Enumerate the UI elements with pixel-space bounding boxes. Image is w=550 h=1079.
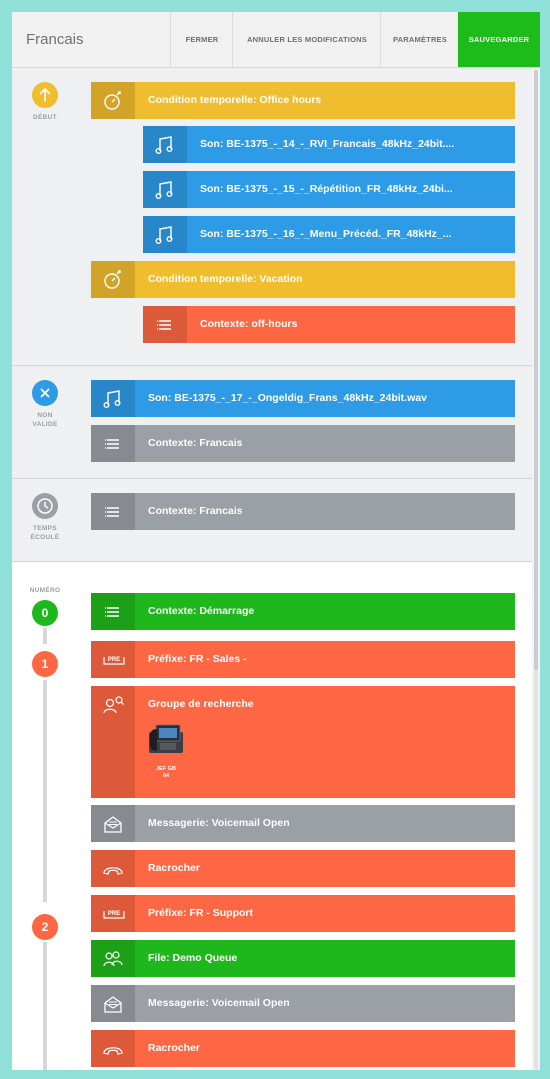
list-icon bbox=[91, 425, 135, 462]
arrow-up-icon bbox=[32, 82, 58, 108]
device-label-line: JEF GB bbox=[156, 766, 176, 772]
row-label: Son: BE-1375_-_15_-_Répétition_FR_48kHz_… bbox=[200, 183, 453, 195]
device-label-line: 64 bbox=[162, 773, 170, 779]
row-label: File: Demo Queue bbox=[148, 952, 238, 964]
device-label: JEF GB 64 bbox=[148, 766, 184, 780]
hangup-icon bbox=[91, 1030, 135, 1067]
row-label: Son: BE-1375_-_14_-_RVI_Francais_48kHz_2… bbox=[200, 138, 455, 150]
list-icon bbox=[143, 306, 187, 343]
section-label-line: NON bbox=[37, 412, 53, 419]
row-label: Contexte: off-hours bbox=[200, 318, 298, 330]
close-button[interactable]: FERMER bbox=[170, 12, 233, 67]
music-note-icon bbox=[143, 171, 187, 208]
header-bar: Francais FERMER ANNULER LES MODIFICATION… bbox=[12, 12, 540, 68]
row-label: Condition temporelle: Office hours bbox=[148, 94, 322, 106]
timer-icon bbox=[91, 261, 135, 298]
action-row-hangup-2[interactable]: Racrocher bbox=[91, 1030, 515, 1067]
section-label-line: ÉCOULÉ bbox=[30, 534, 60, 541]
timeline-line bbox=[43, 942, 47, 1070]
music-note-icon bbox=[143, 216, 187, 253]
scrollbar-thumb[interactable] bbox=[534, 70, 538, 670]
action-row-sound-15[interactable]: Son: BE-1375_-_15_-_Répétition_FR_48kHz_… bbox=[143, 171, 515, 208]
desk-phone-icon[interactable] bbox=[148, 724, 184, 754]
timeline-line bbox=[43, 680, 47, 902]
save-button[interactable]: SAUVEGARDER bbox=[458, 12, 540, 67]
prefix-badge-text: PRE bbox=[108, 911, 120, 917]
digit-badge-1: 1 bbox=[32, 651, 58, 677]
music-note-icon bbox=[91, 380, 135, 417]
hangup-icon bbox=[91, 850, 135, 887]
settings-button[interactable]: PARAMÈTRES bbox=[380, 12, 459, 67]
list-icon bbox=[91, 593, 135, 630]
section-label-timeout: TEMPS ÉCOULÉ bbox=[20, 524, 70, 542]
section-label-start: DÉBUT bbox=[33, 114, 57, 121]
action-row-hangup-1[interactable]: Racrocher bbox=[91, 850, 515, 887]
row-label: Messagerie: Voicemail Open bbox=[148, 997, 290, 1009]
section-timeout: TEMPS ÉCOULÉ Contexte: Francais bbox=[12, 479, 532, 562]
row-label: Son: BE-1375_-_16_-_Menu_Précéd._FR_48kH… bbox=[200, 228, 452, 240]
action-row-context-demarrage[interactable]: Contexte: Démarrage bbox=[91, 593, 515, 630]
action-row-context-off-hours[interactable]: Contexte: off-hours bbox=[143, 306, 515, 343]
action-row-context-francais-timeout[interactable]: Contexte: Francais bbox=[91, 493, 515, 530]
action-row-time-condition-office[interactable]: Condition temporelle: Office hours bbox=[91, 82, 515, 119]
row-label: Contexte: Francais bbox=[148, 437, 243, 449]
action-row-hunt-group[interactable]: Groupe de recherche JEF GB 64 bbox=[91, 686, 515, 798]
action-row-context-francais[interactable]: Contexte: Francais bbox=[91, 425, 515, 462]
section-label-line: VALIDE bbox=[32, 421, 58, 428]
queue-icon bbox=[91, 940, 135, 977]
row-label: Préfixe: FR - Support bbox=[148, 907, 254, 919]
app-frame: Francais FERMER ANNULER LES MODIFICATION… bbox=[12, 12, 540, 1070]
group-search-icon bbox=[91, 686, 135, 798]
row-label: Messagerie: Voicemail Open bbox=[148, 817, 290, 829]
action-row-voicemail-2[interactable]: Messagerie: Voicemail Open bbox=[91, 985, 515, 1022]
row-label: Groupe de recherche bbox=[148, 698, 254, 710]
timer-icon bbox=[91, 82, 135, 119]
voicemail-icon bbox=[91, 805, 135, 842]
row-label: Racrocher bbox=[148, 862, 200, 874]
prefix-icon: PRE bbox=[91, 895, 135, 932]
action-row-time-condition-vacation[interactable]: Condition temporelle: Vacation bbox=[91, 261, 515, 298]
section-label-number: NUMÉRO bbox=[29, 587, 61, 594]
action-row-prefix-sales[interactable]: PRE Préfixe: FR - Sales - bbox=[91, 641, 515, 678]
voicemail-icon bbox=[91, 985, 135, 1022]
cancel-changes-button[interactable]: ANNULER LES MODIFICATIONS bbox=[232, 12, 381, 67]
section-number: NUMÉRO 0 1 2 Contexte: Démarrage PRE Pré… bbox=[12, 562, 532, 1070]
row-label: Condition temporelle: Vacation bbox=[148, 273, 303, 285]
action-row-voicemail-1[interactable]: Messagerie: Voicemail Open bbox=[91, 805, 515, 842]
action-row-prefix-support[interactable]: PRE Préfixe: FR - Support bbox=[91, 895, 515, 932]
section-label-invalid: NON VALIDE bbox=[20, 411, 70, 429]
timeline-line bbox=[43, 628, 47, 644]
digit-badge-2: 2 bbox=[32, 914, 58, 940]
row-label: Contexte: Démarrage bbox=[148, 605, 255, 617]
prefix-icon: PRE bbox=[91, 641, 135, 678]
close-x-icon bbox=[32, 380, 58, 406]
action-row-sound-17[interactable]: Son: BE-1375_-_17_-_Ongeldig_Frans_48kHz… bbox=[91, 380, 515, 417]
vertical-scrollbar[interactable] bbox=[534, 70, 538, 1070]
action-row-queue[interactable]: File: Demo Queue bbox=[91, 940, 515, 977]
action-row-sound-16[interactable]: Son: BE-1375_-_16_-_Menu_Précéd._FR_48kH… bbox=[143, 216, 515, 253]
page-title: Francais bbox=[26, 31, 84, 48]
list-icon bbox=[91, 493, 135, 530]
row-label: Préfixe: FR - Sales - bbox=[148, 653, 247, 665]
digit-badge-0: 0 bbox=[32, 600, 58, 626]
section-label-line: TEMPS bbox=[33, 525, 57, 532]
prefix-badge-text: PRE bbox=[108, 657, 120, 663]
clock-icon bbox=[32, 493, 58, 519]
row-label: Racrocher bbox=[148, 1042, 200, 1054]
section-start: DÉBUT Condition temporelle: Office hours… bbox=[12, 68, 532, 366]
music-note-icon bbox=[143, 126, 187, 163]
action-row-sound-14[interactable]: Son: BE-1375_-_14_-_RVI_Francais_48kHz_2… bbox=[143, 126, 515, 163]
section-invalid: NON VALIDE Son: BE-1375_-_17_-_Ongeldig_… bbox=[12, 366, 532, 479]
row-label: Contexte: Francais bbox=[148, 505, 243, 517]
row-label: Son: BE-1375_-_17_-_Ongeldig_Frans_48kHz… bbox=[148, 392, 427, 404]
